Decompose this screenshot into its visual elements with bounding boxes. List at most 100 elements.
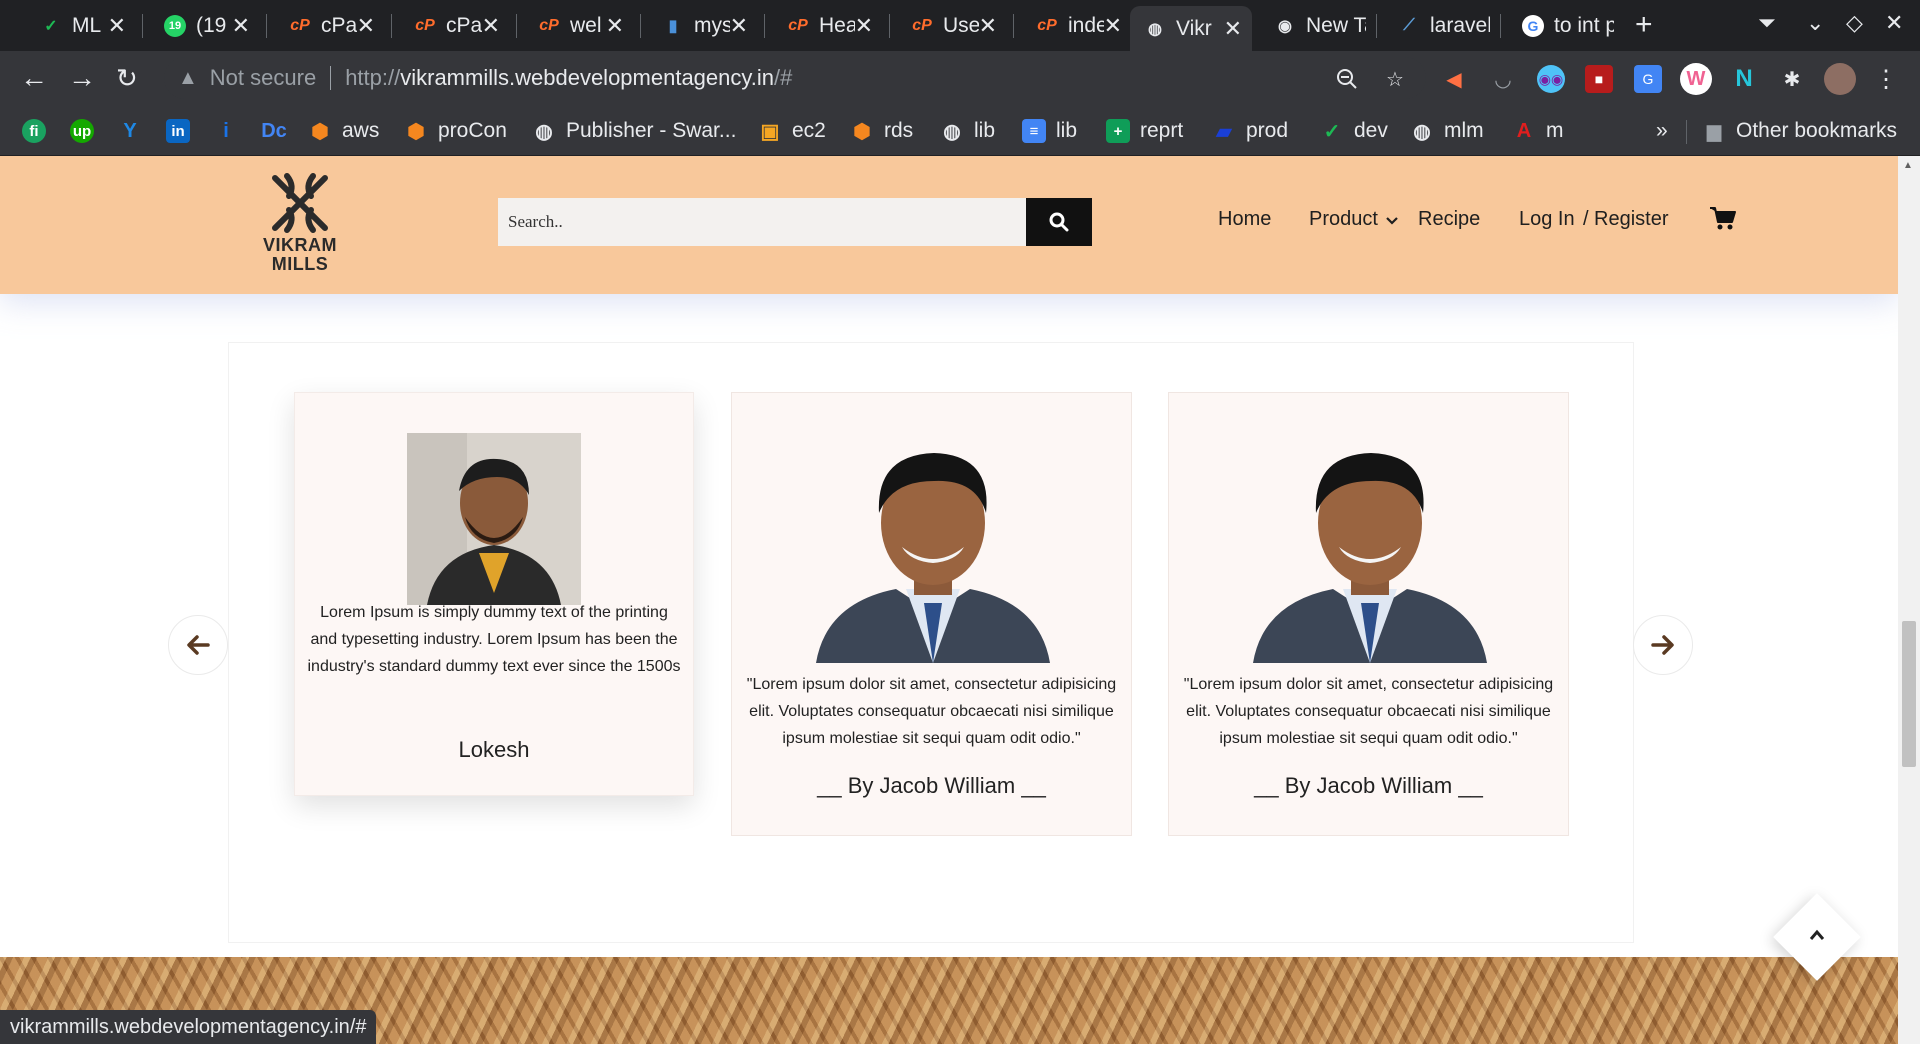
bookmark-label: prod [1246,119,1289,142]
bookmark-item[interactable]: ◍ Publisher - Swar... [532,116,736,146]
browser-tab[interactable]: cP cPa ✕ [400,6,510,45]
extension-w-icon[interactable]: W [1680,63,1712,95]
url-prefix: http:// [345,65,401,90]
new-tab-button[interactable]: + [1635,8,1653,42]
translate-icon[interactable]: G [1634,65,1662,93]
nav-home[interactable]: Home [1218,208,1271,231]
tab-title: UserCo [943,13,979,37]
extension-megaphone-icon[interactable]: ◀ [1440,65,1468,93]
testimonial-card: "Lorem ipsum dolor sit amet, consectetur… [1168,392,1569,836]
tab-search-icon[interactable]: ⏷ [1758,10,1776,36]
linkedin-icon: in [166,119,190,143]
tab-close-icon[interactable]: ✕ [855,13,873,39]
bookmark-label: m [1546,119,1564,142]
bookmark-item[interactable]: + reprt [1106,116,1183,146]
bookmark-item[interactable]: Am [1512,116,1564,146]
check-icon: ✓ [1323,120,1341,143]
bookmark-item[interactable]: in [166,116,200,146]
tab-close-icon[interactable]: ✕ [482,13,500,39]
fi-icon: fi [22,119,46,143]
bookmark-item[interactable]: ◍ lib [940,116,995,146]
logo-text-mills: MILLS [271,254,329,274]
tab-close-icon[interactable]: ✕ [730,13,748,39]
bookmark-item[interactable]: ◍ mlm [1410,116,1483,146]
web-page: VIKRAM MILLS Home Product Recipe Log In … [0,156,1898,1044]
bookmark-star-icon[interactable]: ☆ [1381,65,1409,93]
menu-kebab-icon[interactable]: ⋮ [1872,65,1900,93]
tab-close-icon[interactable]: ✕ [1104,13,1122,39]
tab-title: Vikr [1176,16,1212,40]
bookmark-item[interactable]: Dc [261,116,296,146]
testimonial-author: Lokesh [458,737,530,762]
other-bookmarks[interactable]: ▆ Other bookmarks [1702,116,1897,146]
cpanel-icon: cP [290,16,310,34]
close-window-icon[interactable]: ✕ [1885,10,1903,36]
pocket-icon[interactable]: ◡ [1489,65,1517,93]
browser-tab[interactable]: ▮ mysql✕ [648,6,758,45]
avatar-photo-jacob [816,443,1050,663]
nav-product-label: Product [1309,208,1378,230]
forward-button[interactable]: → [68,63,96,93]
site-logo[interactable]: VIKRAM MILLS [244,170,356,282]
bookmark-item[interactable]: ⬢ proCon [404,116,507,146]
bookmark-item[interactable]: ⬢ aws [308,116,379,146]
warning-icon: ▲ [178,66,198,89]
tab-close-icon[interactable]: ✕ [108,13,126,39]
bookmark-item[interactable]: ✓ dev [1320,116,1388,146]
scroll-up-arrow-icon[interactable]: ▲ [1903,160,1913,171]
carousel-prev-button[interactable] [168,615,228,675]
extension-n-icon[interactable]: N [1730,65,1758,93]
tab-close-icon[interactable]: ✕ [357,13,375,39]
bookmark-item[interactable]: ≡ lib [1022,116,1077,146]
database-icon: ▮ [668,17,678,35]
browser-tab[interactable]: ◍ Vikr ✕ [1130,6,1252,51]
browser-tab[interactable]: cP wel ✕ [524,6,634,45]
bookmarks-overflow-icon[interactable]: » [1656,116,1668,146]
bookmark-item[interactable]: Y [118,116,152,146]
tab-title: Header [819,13,855,37]
bookmark-item[interactable]: i [214,116,248,146]
bookmark-item[interactable]: ▰ prod [1212,116,1288,146]
address-bar[interactable]: ▲ Not secure http://vikrammills.webdevel… [164,57,1426,99]
tab-title: wel [570,13,602,37]
scrollbar-thumb[interactable] [1902,621,1916,767]
restore-icon[interactable]: ◇ [1846,10,1863,36]
aws-icon: ⬢ [853,120,871,143]
tab-close-icon[interactable]: ✕ [232,13,250,39]
tab-title: cPa [446,13,482,37]
nav-register[interactable]: Register [1594,208,1668,231]
tab-close-icon[interactable]: ✕ [606,13,624,39]
browser-tab[interactable]: ⟋ laravel [1384,6,1494,45]
bookmark-label: ec2 [792,119,826,142]
browser-tab[interactable]: 19 (19 ✕ [150,6,260,45]
search-input[interactable] [498,198,1026,246]
bookmark-item[interactable]: ▣ ec2 [758,116,826,146]
extension-red-icon[interactable]: ■ [1585,65,1613,93]
bookmark-item[interactable]: up [70,116,104,146]
profile-avatar[interactable] [1824,63,1856,95]
back-button[interactable]: ← [20,63,48,93]
nav-product[interactable]: Product [1309,208,1398,231]
browser-tab[interactable]: ✓ ML ✕ [26,6,136,45]
bookmark-item[interactable]: ⬢ rds [850,116,913,146]
browser-tab[interactable]: cP Header✕ [773,6,883,45]
browser-tab[interactable]: cP UserCo✕ [897,6,1007,45]
carousel-next-button[interactable] [1633,615,1693,675]
tab-close-icon[interactable]: ✕ [1224,16,1242,42]
cart-icon[interactable] [1709,206,1737,237]
zoom-icon[interactable] [1333,65,1361,93]
browser-tab[interactable]: cP cPa ✕ [275,6,385,45]
reload-button[interactable]: ↻ [116,63,138,93]
extension-eyes-icon[interactable]: ◉◉ [1537,65,1565,93]
page-scrollbar[interactable]: ▲ [1898,156,1920,1044]
browser-tab[interactable]: cP indexC✕ [1022,6,1132,45]
bookmark-item[interactable]: fi [22,116,56,146]
browser-tab[interactable]: Gto int p [1508,6,1618,45]
search-button[interactable] [1026,198,1092,246]
nav-login[interactable]: Log In [1519,208,1575,231]
nav-recipe[interactable]: Recipe [1418,208,1480,231]
tab-close-icon[interactable]: ✕ [979,13,997,39]
extensions-puzzle-icon[interactable]: ✱ [1778,65,1806,93]
minimize-icon[interactable]: ⌄ [1806,10,1824,36]
browser-tab[interactable]: ◉ New Ta [1260,6,1370,45]
